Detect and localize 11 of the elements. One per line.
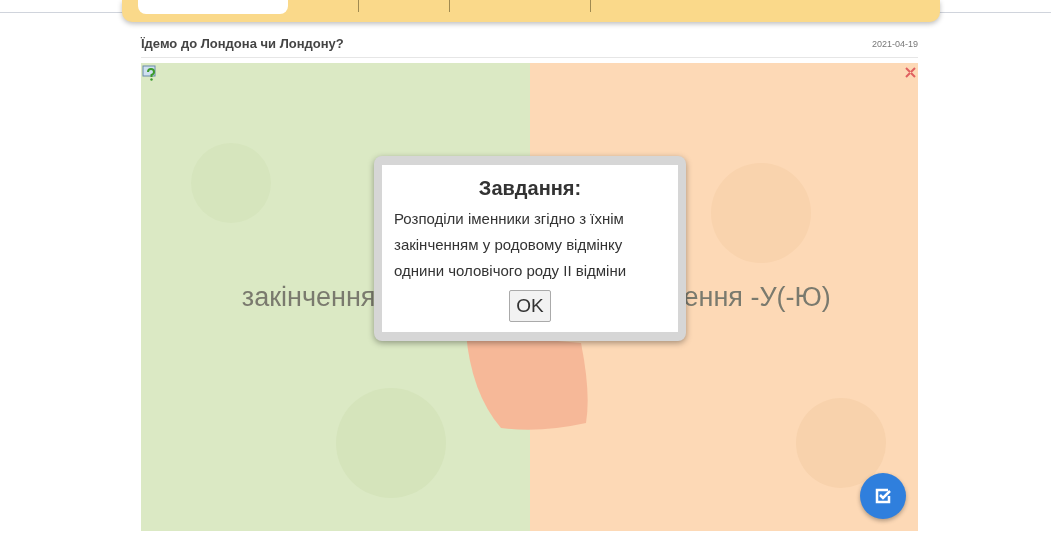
search-field[interactable] bbox=[138, 0, 288, 14]
task-text: Розподіли іменники згідно з їхнім закінченням у родовому відмінку однини чоловічого роду II відміни bbox=[394, 209, 628, 281]
page-title: Їдемо до Лондона чи Лондону? bbox=[141, 36, 344, 51]
help-icon[interactable] bbox=[142, 65, 159, 81]
dialog-title: Завдання: bbox=[478, 177, 582, 200]
ok-button[interactable]: OK bbox=[509, 290, 551, 322]
checkbox-icon bbox=[874, 487, 892, 505]
category-label: закінчення bbox=[241, 281, 376, 313]
fullscreen-icon[interactable] bbox=[905, 67, 916, 78]
date: 2021-04-19 bbox=[871, 38, 918, 49]
category-label: ення -У(-Ю) bbox=[683, 281, 831, 313]
